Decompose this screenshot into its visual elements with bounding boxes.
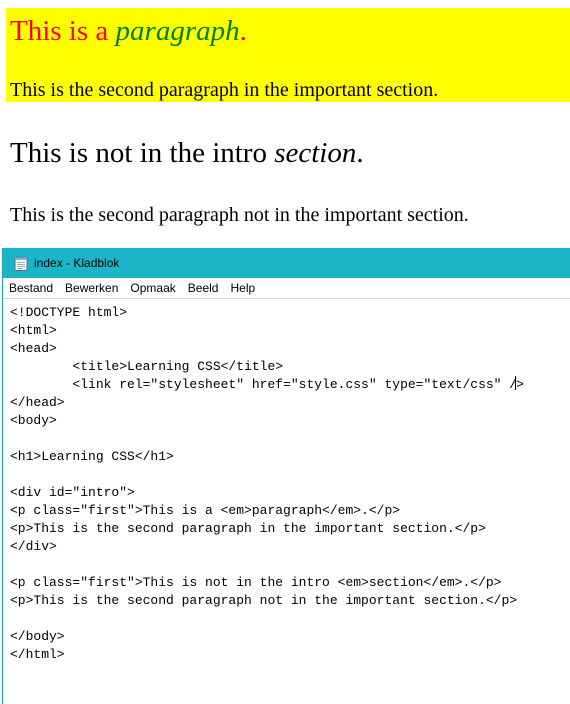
menu-opmaak[interactable]: Opmaak: [124, 278, 181, 299]
intro-second-paragraph: This is the second paragraph in the impo…: [10, 79, 439, 101]
code-line: <h1>Learning CSS</h1>: [10, 449, 174, 464]
text-editor[interactable]: <!DOCTYPE html> <html> <head> <title>Learn…: [3, 300, 570, 704]
notepad-titlebar[interactable]: index - Kladblok: [3, 248, 570, 278]
menu-beeld[interactable]: Beeld: [182, 278, 225, 299]
code-line: <p>This is the second paragraph not in t…: [10, 593, 518, 608]
intro-first-emphasis: paragraph: [115, 15, 240, 47]
code-line: <link rel="stylesheet" href="style.css" …: [10, 376, 524, 392]
outer-second-paragraph: This is the second paragraph not in the …: [10, 204, 469, 226]
intro-section: This is a paragraph. This is the second …: [6, 8, 570, 102]
code-line: </html>: [10, 647, 65, 662]
code-line: <p>This is the second paragraph in the i…: [10, 521, 486, 536]
notepad-window: index - Kladblok Bestand Bewerken Opmaak…: [2, 248, 570, 704]
code-line: <div id="intro">: [10, 485, 135, 500]
window-title: index - Kladblok: [34, 256, 120, 270]
outer-first-paragraph: This is not in the intro section.: [10, 136, 364, 170]
outer-first-emphasis: section: [274, 137, 357, 169]
outer-first-period: .: [356, 137, 364, 169]
code-line: </body>: [10, 629, 65, 644]
menu-bar: Bestand Bewerken Opmaak Beeld Help: [3, 278, 570, 299]
menu-bestand[interactable]: Bestand: [3, 278, 59, 299]
code-line: </div>: [10, 539, 57, 554]
code-line: <body>: [10, 413, 57, 428]
intro-first-period: .: [239, 15, 247, 47]
menu-bewerken[interactable]: Bewerken: [59, 278, 124, 299]
outer-first-text: This is not in the intro: [10, 137, 275, 169]
intro-first-paragraph: This is a paragraph.: [10, 14, 247, 48]
intro-first-text: This is a: [10, 15, 116, 47]
browser-viewport: This is a paragraph. This is the second …: [0, 0, 570, 247]
code-line: </head>: [10, 395, 65, 410]
code-line: <head>: [10, 341, 57, 356]
code-line: <html>: [10, 323, 57, 338]
code-line: <p class="first">This is a <em>paragraph…: [10, 503, 401, 518]
menu-help[interactable]: Help: [224, 278, 261, 299]
code-line: <!DOCTYPE html>: [10, 305, 128, 320]
code-line: <title>Learning CSS</title>: [10, 359, 284, 374]
code-line: <p class="first">This is not in the intr…: [10, 575, 502, 590]
notepad-icon: [14, 256, 28, 271]
text-caret: [515, 376, 517, 390]
